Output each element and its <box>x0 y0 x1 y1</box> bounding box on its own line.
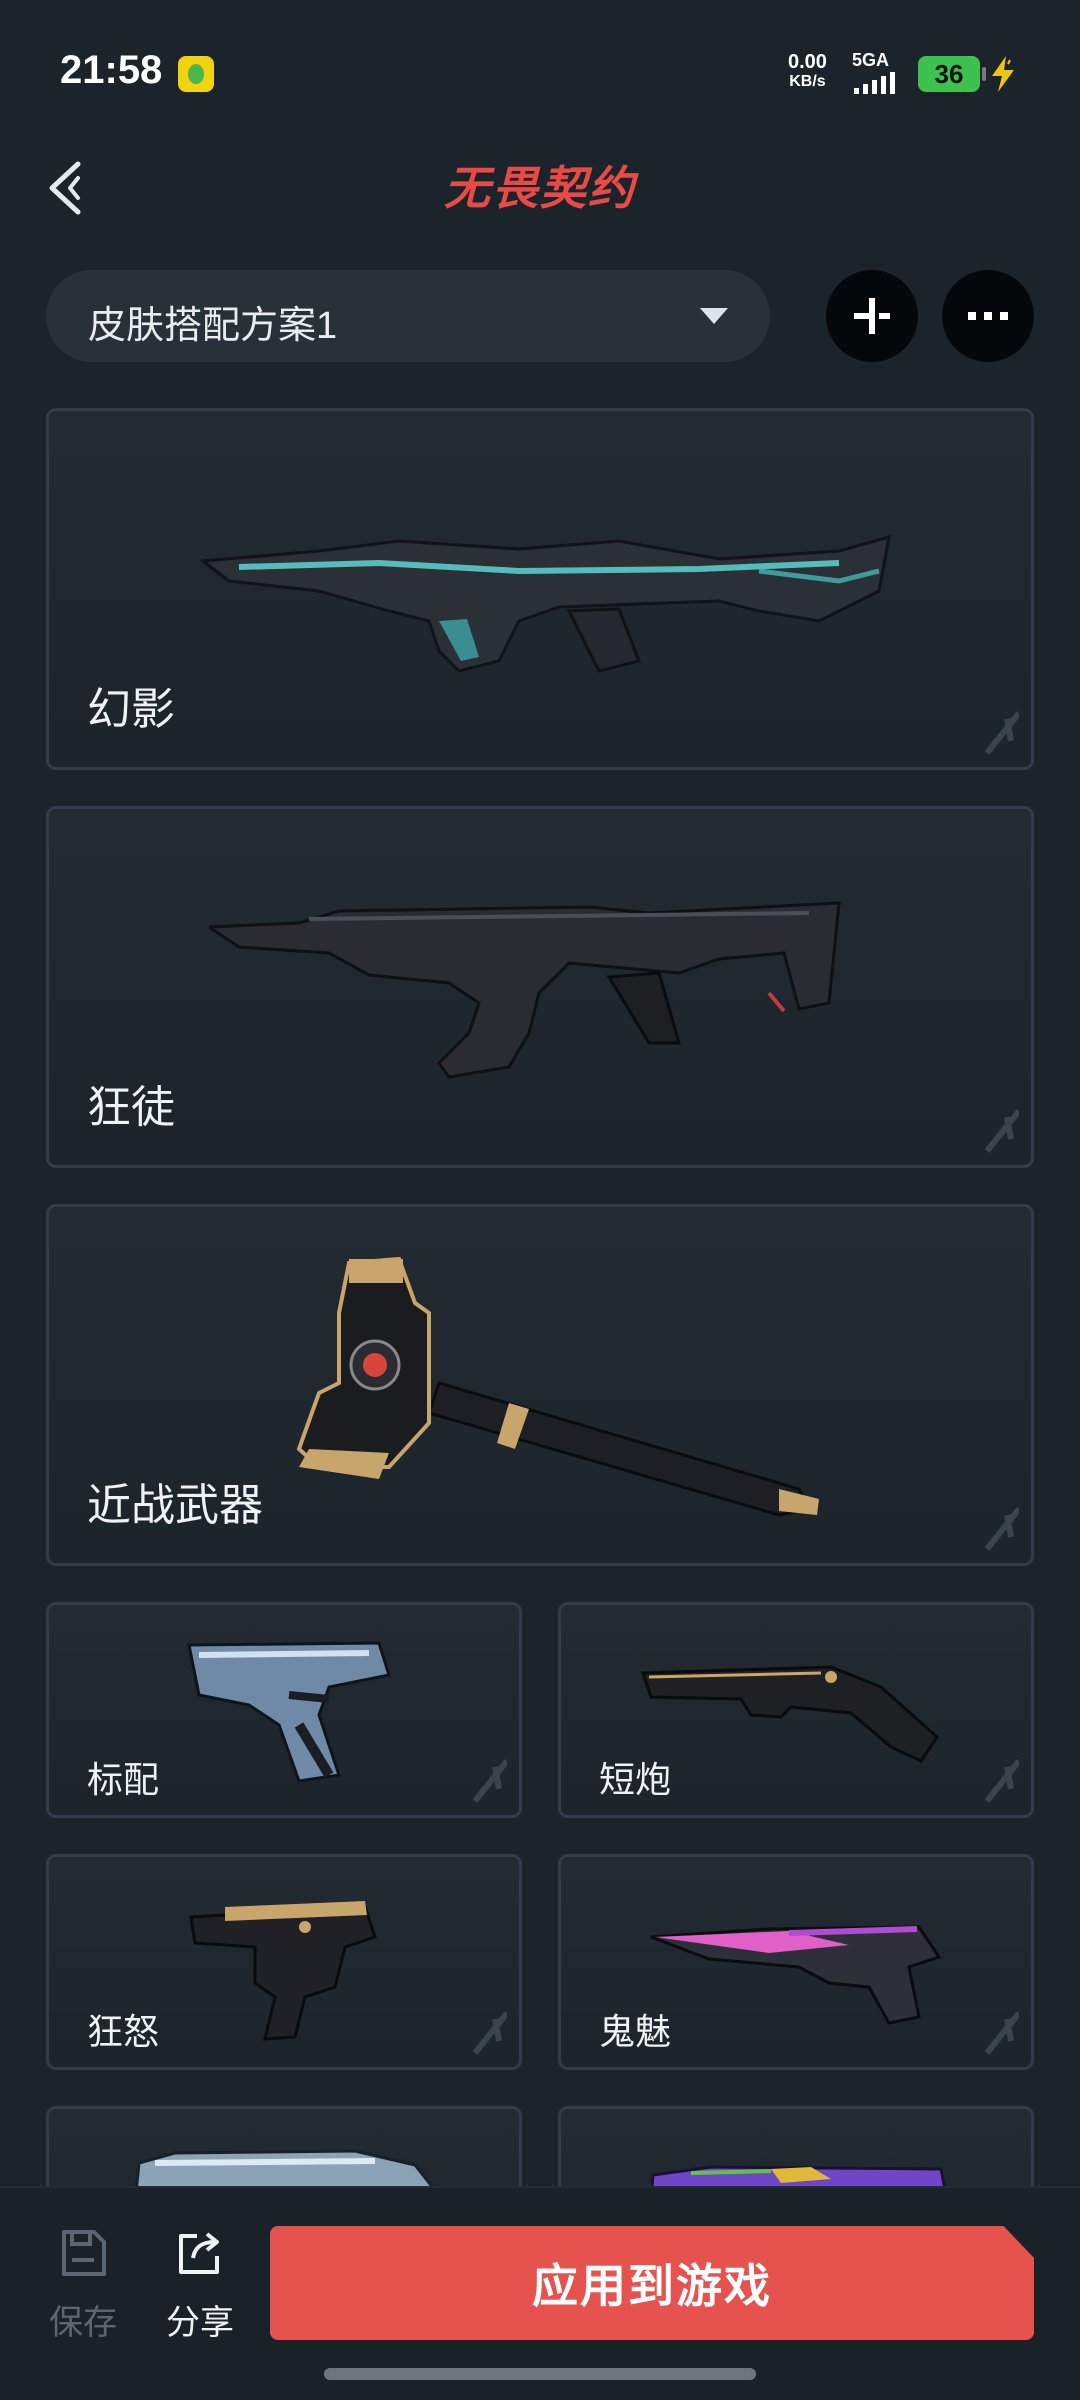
vandal-skin-image <box>209 901 841 1079</box>
weapon-name: 近战武器 <box>87 1481 263 1530</box>
home-indicator[interactable] <box>324 2368 756 2380</box>
edit-corner-icon <box>984 1507 1019 1551</box>
game-logo: 无畏契约 <box>444 161 636 215</box>
signal-label: 5GA <box>852 50 890 70</box>
weapon-card-ghost[interactable]: 鬼魅 <box>558 1854 1034 2070</box>
back-arrow-icon[interactable] <box>40 158 100 218</box>
share-label: 分享 <box>166 2304 234 2342</box>
weapon-name: 幻影 <box>87 685 175 734</box>
charging-bolt-icon <box>992 56 1014 92</box>
network-speed-unit: KB/s <box>789 73 826 90</box>
classic-pistol-image <box>187 1641 391 1783</box>
plan-name: 皮肤搭配方案1 <box>88 305 338 347</box>
phantom-skin-image <box>199 534 891 673</box>
signal-icon: 5GA <box>850 50 910 94</box>
shorty-shotgun-image <box>641 1665 939 1763</box>
ghost-pistol-image <box>650 1925 942 2025</box>
frenzy-pistol-image <box>189 1901 377 2041</box>
edit-corner-icon <box>984 711 1019 755</box>
weapon-card-melee[interactable]: 近战武器 <box>46 1204 1034 1566</box>
weapon-name: 鬼魅 <box>599 2011 672 2052</box>
weapon-card-frenzy[interactable]: 狂怒 <box>46 1854 522 2070</box>
weapon-name: 狂徒 <box>87 1083 175 1132</box>
status-time: 21:58 <box>60 48 163 92</box>
caret-down-icon <box>700 308 728 324</box>
weapon-card-vandal[interactable]: 狂徒 <box>46 806 1034 1168</box>
share-button[interactable]: 分享 <box>155 2228 245 2344</box>
save-button[interactable]: 保存 <box>38 2228 128 2344</box>
edit-corner-icon <box>472 1759 507 1803</box>
edit-corner-icon <box>472 2011 507 2055</box>
weapon-card-classic[interactable]: 标配 <box>46 1602 522 1818</box>
qq-music-icon <box>178 56 214 92</box>
more-dots-icon <box>968 312 1008 320</box>
plan-selector[interactable]: 皮肤搭配方案1 <box>46 270 770 362</box>
add-plan-button[interactable] <box>826 270 918 362</box>
more-options-button[interactable] <box>942 270 1034 362</box>
weapon-name: 标配 <box>87 1759 160 1800</box>
share-icon <box>179 2232 219 2274</box>
apply-to-game-button[interactable]: 应用到游戏 <box>270 2226 1034 2340</box>
melee-hammer-image <box>296 1256 819 1517</box>
plus-icon <box>854 298 890 334</box>
edit-corner-icon <box>984 2011 1019 2055</box>
weapon-card-shorty[interactable]: 短炮 <box>558 1602 1034 1818</box>
battery-indicator: 36 <box>918 56 986 92</box>
edit-corner-icon <box>984 1109 1019 1153</box>
edit-corner-icon <box>984 1759 1019 1803</box>
network-speed: 0.00 KB/s <box>788 52 827 92</box>
weapon-name: 狂怒 <box>87 2011 160 2052</box>
network-speed-value: 0.00 <box>788 51 827 73</box>
save-icon <box>62 2230 106 2276</box>
save-label: 保存 <box>49 2304 117 2342</box>
weapon-name: 短炮 <box>599 1759 672 1800</box>
weapon-card-phantom[interactable]: 幻影 <box>46 408 1034 770</box>
status-bar: 21:58 0.00 KB/s 5GA 36 <box>0 0 1080 140</box>
